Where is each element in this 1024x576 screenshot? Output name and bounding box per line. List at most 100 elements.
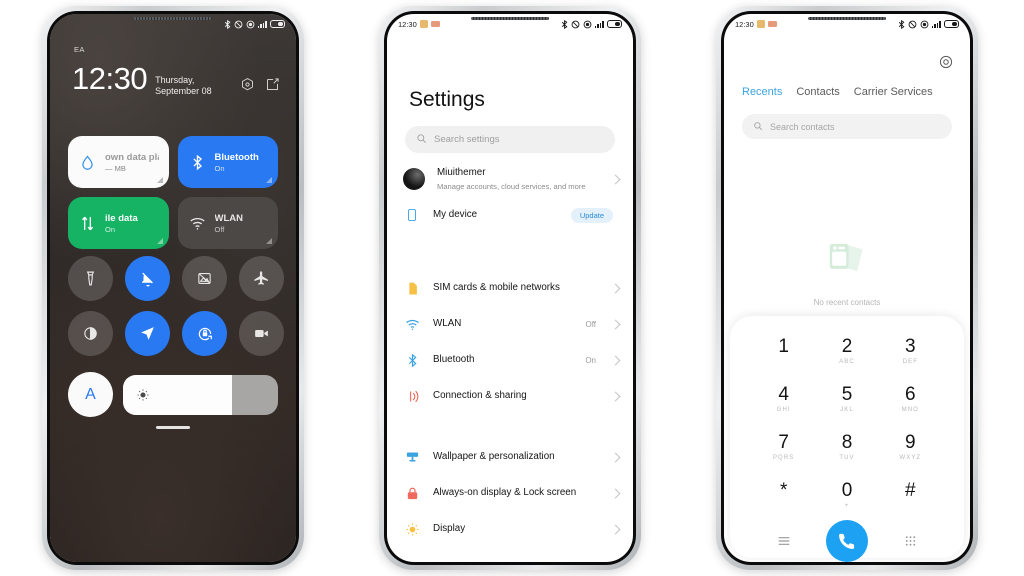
settings-screen: 12:30 Settings Search settings Miuitheme… [387, 14, 633, 562]
tile-title: WLAN [214, 212, 244, 224]
tile-corner [266, 177, 272, 183]
chevron-right-icon [610, 174, 621, 184]
search-contacts-input[interactable]: Search contacts [742, 114, 952, 139]
tab-contacts[interactable]: Contacts [796, 86, 839, 98]
notification-icon [430, 21, 440, 27]
row-wallpaper[interactable]: Wallpaper & personalization [387, 439, 633, 475]
tab-carrier-services[interactable]: Carrier Services [854, 86, 933, 98]
chevron-right-icon [610, 452, 621, 462]
status-bar-icons [561, 19, 622, 29]
row-label: SIM cards & mobile networks [433, 281, 560, 293]
key-digit: 5 [841, 383, 853, 405]
key-letters: WXYZ [899, 454, 922, 461]
toggle-rotation-lock[interactable] [182, 311, 227, 356]
key-star[interactable]: * [752, 474, 815, 516]
status-bar-icons [224, 19, 285, 29]
key-4[interactable]: 4 GHI [752, 378, 815, 420]
tile-data-plan[interactable]: own data plan — MB [68, 136, 169, 188]
key-8[interactable]: 8 TUV [815, 426, 878, 468]
earpiece-grille [471, 17, 549, 20]
search-placeholder: Search settings [434, 134, 500, 145]
brightness-icon [403, 520, 421, 538]
no-contacts-icon [819, 236, 875, 291]
bluetooth-icon [561, 19, 568, 29]
dialer-screen: 12:30 Recents Contacts Carrier Services … [724, 14, 970, 562]
keypad-icon[interactable] [903, 534, 918, 549]
tile-bluetooth[interactable]: Bluetooth On [177, 136, 278, 188]
key-2[interactable]: 2 ABC [815, 330, 878, 372]
row-value: On [585, 355, 596, 365]
key-5[interactable]: 5 JKL [815, 378, 878, 420]
brightness-icon [136, 388, 150, 402]
key-0[interactable]: 0 + [815, 474, 878, 516]
signal-icon [594, 20, 604, 28]
tile-wlan[interactable]: WLAN Off [177, 197, 278, 249]
chevron-right-icon [610, 355, 621, 365]
signal-icon [257, 20, 267, 28]
toggle-flashlight[interactable] [68, 256, 113, 301]
toggle-silent-mode[interactable] [125, 256, 170, 301]
toggle-grid [68, 256, 284, 356]
empty-state: No recent contacts [724, 236, 970, 307]
tile-sub: — MB [105, 163, 126, 173]
toggle-location[interactable] [125, 311, 170, 356]
drag-handle[interactable] [156, 426, 190, 429]
key-letters: + [844, 502, 850, 509]
lock-icon [403, 484, 421, 502]
toggle-dark-mode[interactable] [68, 311, 113, 356]
edit-icon[interactable] [265, 77, 280, 92]
settings-group-account: Miuithemer Manage accounts, cloud servic… [387, 161, 633, 233]
phone-bezel: 12:30 [384, 11, 636, 565]
toggle-screenshot[interactable] [182, 256, 227, 301]
search-icon [753, 118, 763, 136]
row-display[interactable]: Display [387, 511, 633, 547]
bluetooth-icon [898, 19, 905, 29]
chevron-right-icon [610, 488, 621, 498]
key-6[interactable]: 6 MNO [879, 378, 942, 420]
row-sim-cards[interactable]: SIM cards & mobile networks [387, 270, 633, 306]
row-label: Wallpaper & personalization [433, 450, 555, 462]
row-account[interactable]: Miuithemer Manage accounts, cloud servic… [387, 161, 633, 197]
notification-icon [419, 20, 428, 28]
settings-gear-icon[interactable] [240, 77, 255, 92]
row-connection-sharing[interactable]: Connection & sharing [387, 378, 633, 414]
row-label: Always-on display & Lock screen [433, 486, 577, 498]
key-hash[interactable]: # [879, 474, 942, 516]
key-3[interactable]: 3 DEF [879, 330, 942, 372]
status-badge[interactable]: Update [570, 207, 613, 223]
row-value: Off [585, 319, 596, 329]
page-title: Settings [409, 88, 485, 111]
menu-icon[interactable] [776, 533, 792, 549]
toggle-screen-recorder[interactable] [239, 311, 284, 356]
dialer-tabs: Recents Contacts Carrier Services [742, 86, 956, 98]
key-9[interactable]: 9 WXYZ [879, 426, 942, 468]
quick-tiles: own data plan — MB Bluetooth On [68, 136, 278, 249]
dialpad-keys: 1 2 ABC 3 DEF 4 GHI 5 JKL 6 MNO 7 PQRS 8 TUV 9W… [752, 330, 942, 516]
dnd-icon [571, 20, 580, 29]
call-button[interactable] [825, 520, 868, 562]
tile-mobile-data[interactable]: ile data On [68, 197, 169, 249]
control-center-screen: EA 12:30 Thursday, September 08 own data… [50, 14, 296, 562]
search-settings-input[interactable]: Search settings [405, 126, 615, 153]
auto-brightness-button[interactable]: A [68, 372, 113, 417]
row-lock-screen[interactable]: Always-on display & Lock screen [387, 475, 633, 511]
toggle-airplane-mode[interactable] [239, 256, 284, 301]
row-bluetooth[interactable]: Bluetooth On [387, 342, 633, 378]
row-my-device[interactable]: My device Update [387, 197, 633, 233]
search-icon [416, 131, 427, 149]
wifi-icon [188, 214, 207, 233]
row-wlan[interactable]: WLAN Off [387, 306, 633, 342]
tab-recents[interactable]: Recents [742, 86, 782, 98]
avatar [403, 168, 425, 190]
status-bar-time: 12:30 [735, 19, 754, 29]
earpiece-grille [808, 17, 886, 20]
row-label: WLAN [433, 317, 462, 329]
phone-control-center: EA 12:30 Thursday, September 08 own data… [42, 6, 304, 570]
key-letters: TUV [839, 454, 855, 461]
tile-title: own data plan [105, 151, 159, 163]
key-7[interactable]: 7 PQRS [752, 426, 815, 468]
tile-corner [156, 177, 163, 183]
key-1[interactable]: 1 [752, 330, 815, 372]
settings-gear-icon[interactable] [938, 54, 954, 70]
brightness-slider[interactable] [123, 374, 278, 415]
